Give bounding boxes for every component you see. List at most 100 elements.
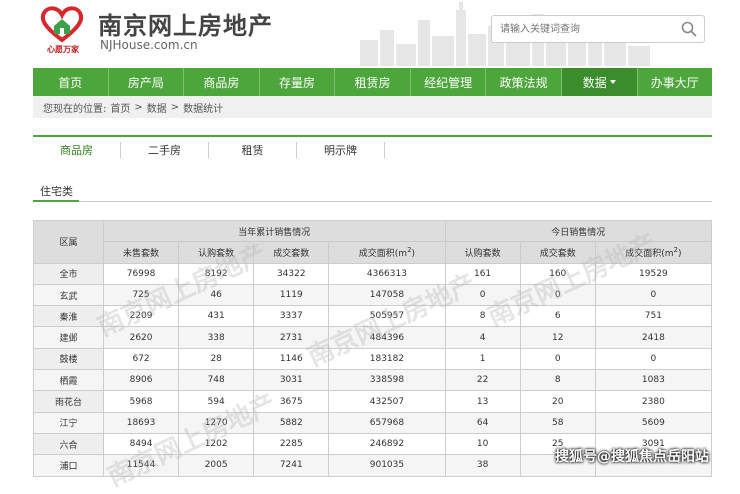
table-row: 建邺 2620 338 2731 484396 4 12 2418 — [33, 326, 713, 349]
nav-rental-housing[interactable]: 租赁房 — [335, 68, 411, 96]
table-cell: 2005 — [178, 454, 255, 477]
table-cell: 3675 — [253, 390, 330, 413]
table-cell: 0 — [594, 347, 713, 371]
table-cell: 160 — [519, 262, 596, 285]
row-area: 秦淮 — [33, 305, 104, 328]
source-watermark: 搜狐号@搜狐焦点岳阳站 — [555, 449, 709, 465]
table-cell: 5882 — [253, 411, 330, 434]
col-today-area: 成交面积(m2) — [594, 241, 713, 264]
table-cell: 28 — [178, 347, 255, 371]
table-cell: 2209 — [102, 305, 180, 328]
table-cell: 183182 — [328, 347, 446, 371]
table-cell: 8494 — [102, 432, 180, 456]
table-cell: 4 — [444, 326, 521, 349]
table-cell: 19529 — [594, 262, 713, 285]
row-area: 鼓楼 — [33, 347, 104, 371]
search-icon[interactable] — [680, 20, 698, 38]
breadcrumb-home[interactable]: 首页 — [110, 100, 130, 115]
section-underline — [33, 200, 79, 202]
col-sold: 成交套数 — [253, 241, 330, 264]
search-input[interactable] — [492, 16, 672, 42]
table-cell: 20 — [519, 390, 596, 413]
breadcrumb-separator: > — [134, 101, 143, 113]
chevron-down-icon — [609, 80, 616, 84]
table-row: 秦淮 2209 431 3337 505957 8 6 751 — [33, 305, 713, 328]
table-row: 鼓楼 672 28 1146 183182 1 0 0 — [33, 347, 713, 371]
subtabs: 商品房 二手房 租赁 明示牌 — [33, 135, 712, 163]
table-cell: 6 — [519, 305, 596, 328]
table-cell: 657968 — [328, 411, 446, 434]
site-domain: NJHouse.com.cn — [100, 38, 198, 52]
tab-commercial-housing[interactable]: 商品房 — [33, 142, 121, 158]
nav-brokerage[interactable]: 经纪管理 — [411, 68, 487, 96]
table-cell: 748 — [178, 369, 255, 392]
row-area: 六合 — [33, 432, 104, 456]
sales-stats-table: 区属 当年累计销售情况 今日销售情况 未售套数 认购套数 成交套数 成交面积(m… — [33, 219, 713, 477]
section-title: 住宅类 — [40, 185, 73, 198]
col-today-area-label: 成交面积(m — [625, 248, 674, 259]
row-area: 栖霞 — [33, 369, 104, 392]
tab-second-hand[interactable]: 二手房 — [121, 142, 209, 158]
table-cell: 246892 — [328, 432, 446, 456]
table-cell: 901035 — [328, 454, 446, 477]
table-cell: 2418 — [594, 326, 713, 349]
table-cell: 2285 — [253, 432, 330, 456]
table-cell: 8192 — [178, 262, 255, 285]
col-subscribed: 认购套数 — [178, 241, 255, 264]
table-cell: 1083 — [594, 369, 713, 392]
table-cell: 484396 — [328, 326, 446, 349]
row-area: 浦口 — [33, 454, 104, 477]
nav-housing-bureau[interactable]: 房产局 — [109, 68, 185, 96]
nav-policy[interactable]: 政策法规 — [486, 68, 562, 96]
table-cell: 12 — [519, 326, 596, 349]
table-cell: 338598 — [328, 369, 446, 392]
table-cell: 0 — [519, 283, 596, 307]
header-group-today: 今日销售情况 — [444, 219, 713, 243]
table-row: 全市 76998 8192 34322 4366313 161 160 19529 — [33, 262, 713, 285]
table-cell: 1119 — [253, 283, 330, 307]
table-cell: 5968 — [102, 390, 180, 413]
table-cell: 751 — [594, 305, 713, 328]
site-title: 南京网上房地产 — [98, 12, 273, 40]
breadcrumb-data[interactable]: 数据 — [147, 100, 167, 115]
table-cell: 1202 — [178, 432, 255, 456]
table-cell: 432507 — [328, 390, 446, 413]
table-cell: 594 — [178, 390, 255, 413]
table-cell: 2731 — [253, 326, 330, 349]
nav-existing-housing[interactable]: 存量房 — [260, 68, 336, 96]
row-area: 建邺 — [33, 326, 104, 349]
nav-service-hall[interactable]: 办事大厅 — [638, 68, 713, 96]
table-cell: 161 — [444, 262, 521, 285]
col-sold-area-label: 成交面积(m — [358, 248, 408, 259]
table-cell: 1270 — [178, 411, 255, 434]
table-cell: 46 — [178, 283, 255, 307]
table-cell: 8906 — [102, 369, 180, 392]
table-cell: 13 — [444, 390, 521, 413]
header-area: 区属 — [33, 220, 104, 264]
table-cell: 0 — [519, 347, 596, 371]
table-row: 雨花台 5968 594 3675 432507 13 20 2380 — [33, 390, 713, 413]
tab-display-board[interactable]: 明示牌 — [297, 142, 385, 158]
table-cell: 0 — [594, 283, 713, 307]
main-nav: 首页 房产局 商品房 存量房 租赁房 经纪管理 政策法规 数据 办事大厅 — [33, 68, 712, 96]
row-area: 江宁 — [33, 411, 104, 434]
table-cell: 431 — [178, 305, 255, 328]
table-cell: 5609 — [594, 411, 713, 434]
tab-rental[interactable]: 租赁 — [209, 142, 297, 158]
table-row: 栖霞 8906 748 3031 338598 22 8 1083 — [33, 369, 713, 392]
breadcrumb-prefix: 您现在的位置: — [43, 103, 107, 115]
nav-data[interactable]: 数据 — [561, 68, 638, 96]
table-cell: 22 — [444, 369, 521, 392]
col-today-sold: 成交套数 — [519, 241, 596, 264]
table-cell: 505957 — [328, 305, 446, 328]
table-cell: 147058 — [328, 283, 446, 307]
table-row: 江宁 18693 1270 5882 657968 64 58 5609 — [33, 411, 713, 434]
nav-home[interactable]: 首页 — [33, 68, 109, 96]
table-cell: 672 — [102, 347, 180, 371]
table-cell: 1146 — [253, 347, 330, 371]
table-cell: 1 — [444, 347, 521, 371]
col-unsold: 未售套数 — [102, 241, 180, 264]
nav-commercial-housing[interactable]: 商品房 — [184, 68, 260, 96]
table-cell: 34322 — [253, 262, 330, 285]
nav-data-label: 数据 — [582, 75, 607, 90]
